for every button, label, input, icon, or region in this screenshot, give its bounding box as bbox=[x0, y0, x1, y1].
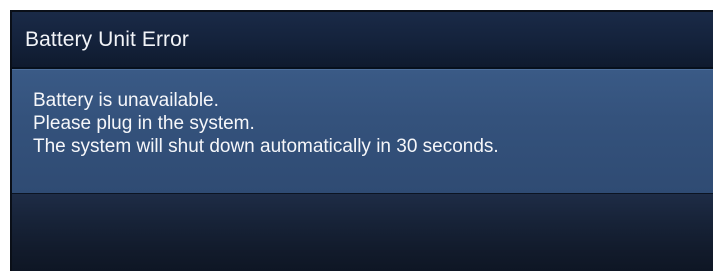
dialog-title: Battery Unit Error bbox=[25, 27, 190, 51]
message-line-battery-unavailable: Battery is unavailable. bbox=[33, 90, 219, 111]
dialog-titlebar: Battery Unit Error bbox=[12, 12, 713, 69]
message-line-shutdown-countdown: The system will shut down automatically … bbox=[33, 136, 499, 157]
message-line-plug-in: Please plug in the system. bbox=[33, 113, 255, 134]
dialog-footer bbox=[12, 193, 713, 271]
message-panel: Battery is unavailable. Please plug in t… bbox=[12, 69, 713, 193]
battery-error-dialog: Battery Unit Error Battery is unavailabl… bbox=[10, 10, 713, 271]
